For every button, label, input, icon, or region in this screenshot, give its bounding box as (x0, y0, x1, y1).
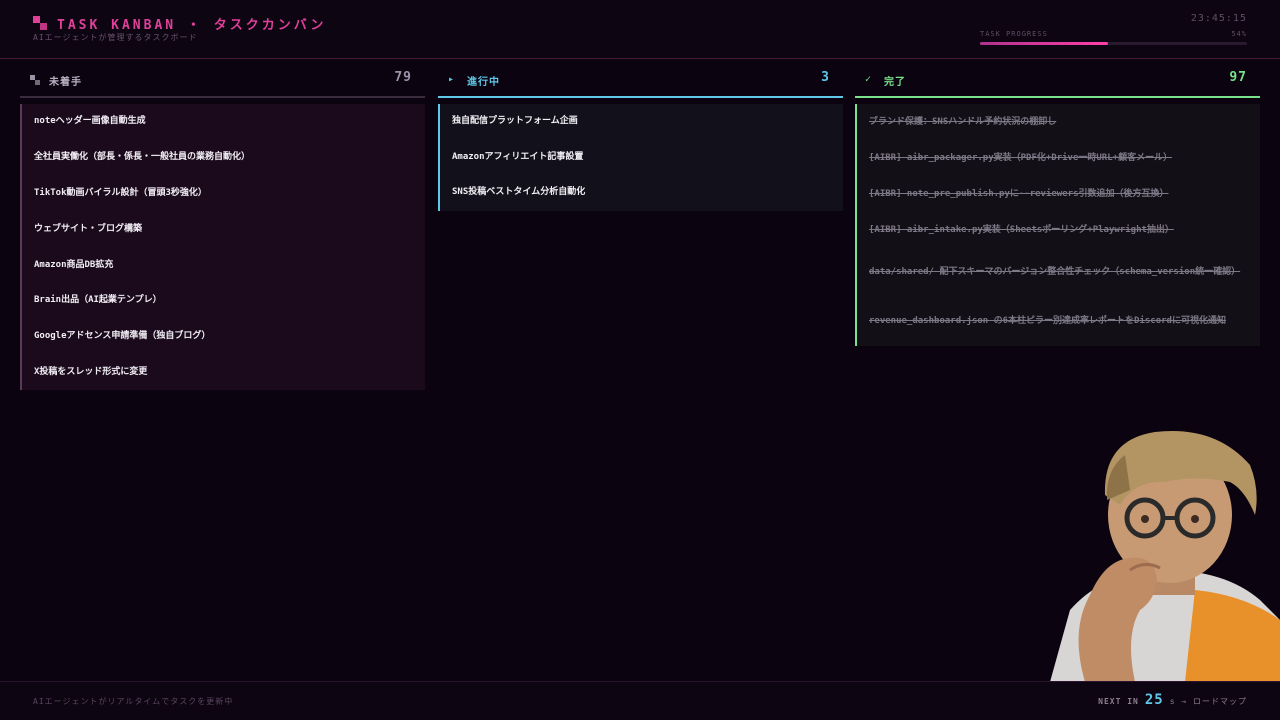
task-card[interactable]: SNS投稿ベストタイム分析自動化 (440, 175, 843, 211)
task-card-done[interactable]: revenue_dashboard.json の6本柱ピラー別達成率レポートをD… (857, 297, 1260, 346)
column-todo: 未着手 79 noteヘッダー画像自動生成 全社員実働化（部長・係長・一般社員の… (20, 64, 425, 391)
next-destination: s → ロードマップ (1169, 697, 1247, 706)
column-header-todo: 未着手 79 (20, 64, 425, 98)
card-list-todo: noteヘッダー画像自動生成 全社員実働化（部長・係長・一般社員の業務自動化） … (20, 104, 425, 391)
column-count-todo: 79 (394, 70, 412, 85)
task-card[interactable]: TikTok動画バイラル設計（冒頭3秒強化） (22, 176, 425, 212)
task-card-done[interactable]: ブランド保護：SNSハンドル予約状況の棚卸し (857, 104, 1260, 140)
webcam-overlay (1045, 420, 1280, 682)
play-arrow-icon: ▸ (448, 74, 455, 85)
task-card[interactable]: noteヘッダー画像自動生成 (22, 104, 425, 140)
progress-label: TASK PROGRESS (980, 30, 1048, 38)
task-card-done[interactable]: [AIBR] note_pre_publish.pyに--reviewers引数… (857, 176, 1260, 212)
top-bar: TASK KANBAN ・ タスクカンバン AIエージェントが管理するタスクボー… (0, 0, 1280, 59)
next-label: NEXT IN (1098, 697, 1139, 706)
progress-bar-fill (980, 42, 1109, 45)
card-list-done: ブランド保護：SNSハンドル予約状況の棚卸し [AIBR] aibr_packa… (855, 104, 1260, 346)
task-card[interactable]: ウェブサイト・ブログ構築 (22, 211, 425, 247)
kanban-logo-icon (33, 16, 47, 30)
progress-percent: 54% (1231, 30, 1247, 38)
page-title: TASK KANBAN ・ タスクカンバン (57, 18, 327, 33)
progress-bar (980, 42, 1247, 45)
page-subtitle: AIエージェントが管理するタスクボード (33, 33, 198, 42)
column-title-todo: 未着手 (49, 77, 82, 88)
column-count-done: 97 (1229, 70, 1247, 85)
clock: 23:45:15 (1190, 13, 1247, 24)
column-title-in-progress: 進行中 (467, 77, 500, 88)
column-header-in-progress: ▸ 進行中 3 (438, 64, 843, 98)
task-card-done[interactable]: [AIBR] aibr_packager.py実装（PDF化+Drive一時UR… (857, 140, 1260, 176)
task-card-done[interactable]: [AIBR] aibr_intake.py実装（Sheetsポーリング+Play… (857, 212, 1260, 248)
todo-squares-icon (30, 75, 40, 85)
bottom-bar: AIエージェントがリアルタイムでタスクを更新中 NEXT IN 25 s → ロ… (0, 681, 1280, 720)
presenter-video-image (1050, 430, 1280, 682)
column-header-done: ✓ 完了 97 (855, 64, 1260, 98)
task-card[interactable]: 独自配信プラットフォーム企画 (440, 104, 843, 140)
task-card[interactable]: Brain出品（AI起業テンプレ） (22, 283, 425, 319)
task-card-done[interactable]: data/shared/ 配下スキーマのバージョン整合性チェック（schema_… (857, 248, 1260, 297)
task-card[interactable]: X投稿をスレッド形式に変更 (22, 355, 425, 391)
task-card[interactable]: Amazon商品DB拡充 (22, 247, 425, 283)
check-icon: ✓ (865, 74, 872, 85)
next-seconds: 25 (1144, 692, 1164, 708)
column-in-progress: ▸ 進行中 3 独自配信プラットフォーム企画 Amazonアフィリエイト記事設置… (438, 64, 843, 211)
task-card[interactable]: Googleアドセンス申請準備（独自ブログ） (22, 319, 425, 355)
column-count-in-progress: 3 (821, 70, 830, 85)
column-title-done: 完了 (884, 77, 906, 88)
card-list-in-progress: 独自配信プラットフォーム企画 Amazonアフィリエイト記事設置 SNS投稿ベス… (438, 104, 843, 211)
status-text: AIエージェントがリアルタイムでタスクを更新中 (33, 697, 234, 706)
task-card[interactable]: 全社員実働化（部長・係長・一般社員の業務自動化） (22, 140, 425, 176)
task-card[interactable]: Amazonアフィリエイト記事設置 (440, 140, 843, 176)
next-page-countdown: NEXT IN 25 s → ロードマップ (1098, 692, 1247, 708)
column-done: ✓ 完了 97 ブランド保護：SNSハンドル予約状況の棚卸し [AIBR] ai… (855, 64, 1260, 346)
